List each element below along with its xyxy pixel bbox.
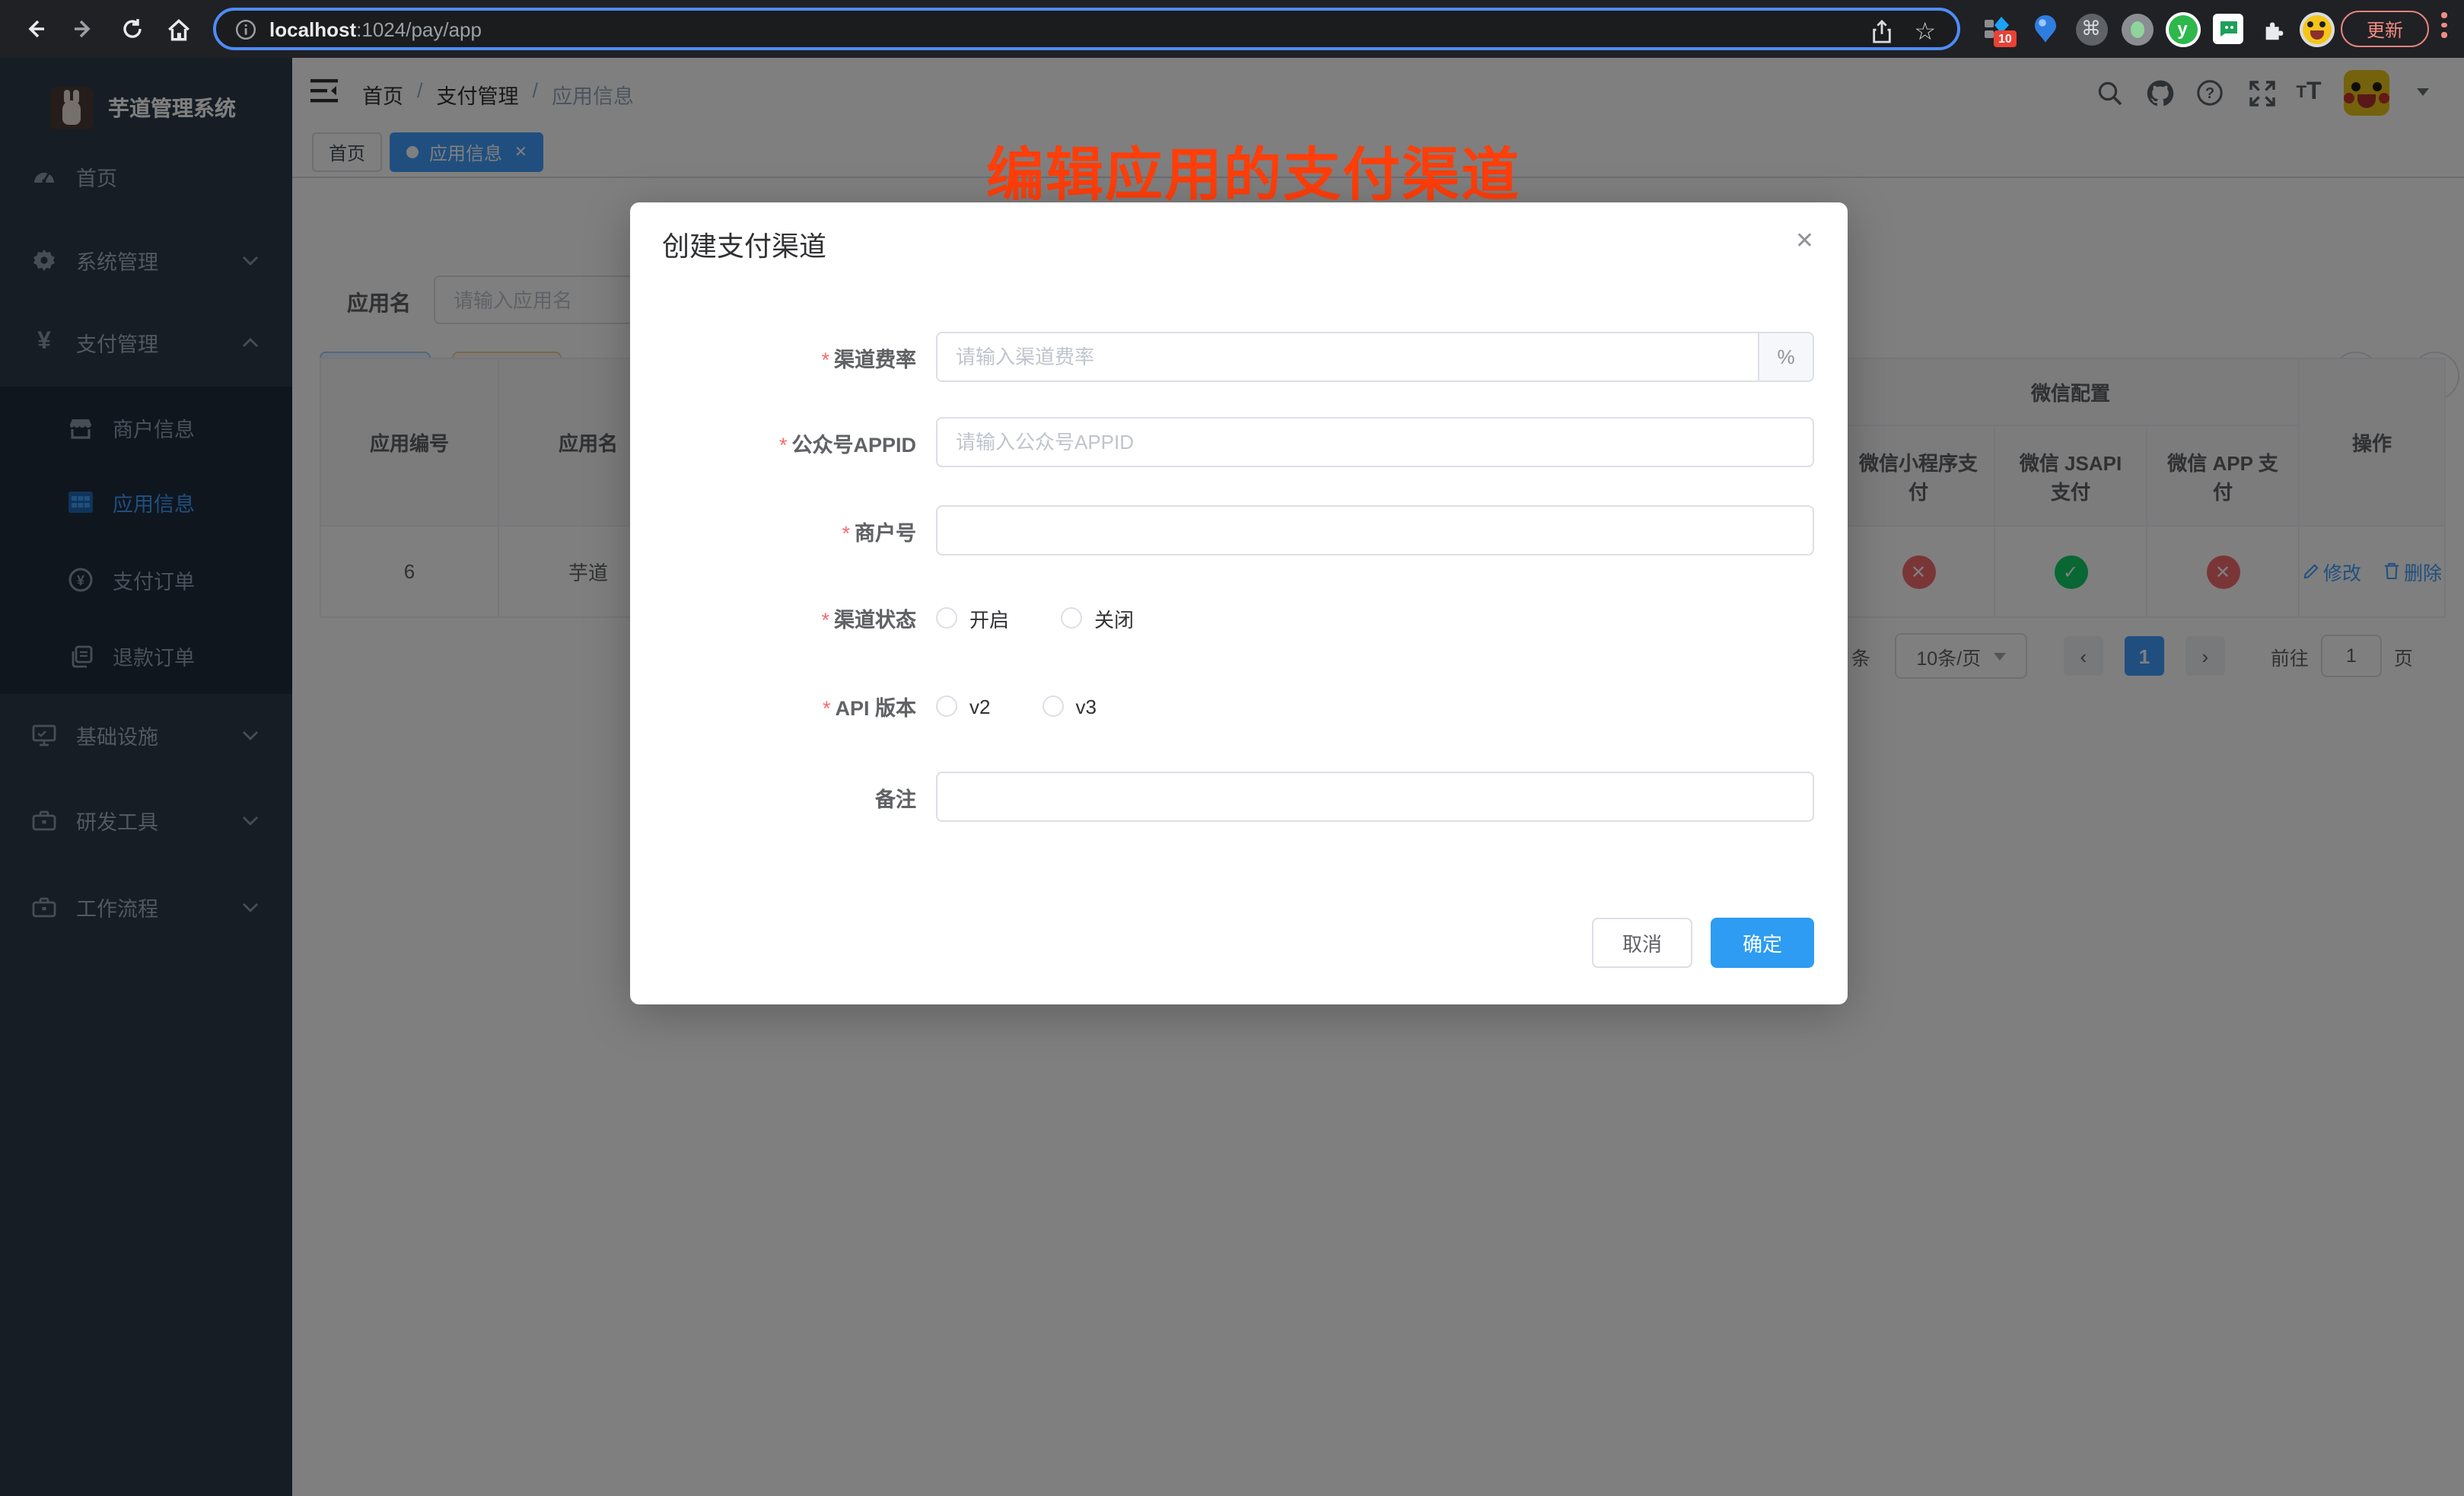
- dialog-close-icon[interactable]: ✕: [1795, 227, 1814, 254]
- form-row-rate: *渠道费率 %: [630, 332, 1848, 382]
- form-row-appid: *公众号APPID: [630, 417, 1848, 467]
- address-bar[interactable]: localhost:1024/pay/app ☆: [213, 8, 1960, 50]
- chrome-update-button[interactable]: 更新: [2341, 11, 2429, 47]
- share-icon[interactable]: [1870, 20, 1893, 44]
- mp-appid-input[interactable]: [936, 417, 1814, 467]
- home-icon[interactable]: [161, 12, 195, 46]
- channel-rate-input[interactable]: [936, 332, 1759, 382]
- extension-balloon-icon[interactable]: [2027, 11, 2064, 47]
- radio-api-v3[interactable]: v3: [1042, 695, 1096, 718]
- create-channel-dialog: 创建支付渠道 ✕ *渠道费率 % *公众号APPID *商户号 *渠道状态: [630, 202, 1848, 1004]
- back-icon[interactable]: [18, 12, 52, 46]
- merchant-id-input[interactable]: [936, 505, 1814, 555]
- extension-badge: 10: [1994, 30, 2017, 47]
- radio-icon: [936, 607, 957, 629]
- field-label: *公众号APPID: [630, 427, 916, 457]
- radio-api-v2[interactable]: v2: [936, 695, 990, 718]
- form-row-status: *渠道状态 开启 关闭: [630, 603, 1848, 633]
- radio-icon: [936, 695, 957, 717]
- form-row-remark: 备注: [630, 772, 1848, 822]
- radio-icon: [1042, 695, 1063, 717]
- forward-icon[interactable]: [67, 12, 100, 46]
- field-label: *渠道费率: [630, 342, 916, 372]
- field-label: *商户号: [630, 515, 916, 546]
- extension-chat-icon[interactable]: [2210, 11, 2246, 47]
- extension-y-icon[interactable]: y: [2164, 11, 2201, 47]
- browser-toolbar: localhost:1024/pay/app ☆ 10 ⌘ y: [0, 0, 2464, 58]
- field-label: *API 版本: [630, 691, 916, 721]
- screen: localhost:1024/pay/app ☆ 10 ⌘ y: [0, 0, 2464, 1496]
- bookmark-star-icon[interactable]: ☆: [1914, 17, 1936, 47]
- dialog-title: 创建支付渠道: [662, 225, 826, 265]
- field-label: *渠道状态: [630, 603, 916, 633]
- extensions-puzzle-icon[interactable]: [2255, 11, 2292, 47]
- annotation-text: 编辑应用的支付渠道: [986, 128, 1520, 212]
- field-label: 备注: [630, 781, 916, 812]
- confirm-button[interactable]: 确定: [1711, 918, 1814, 968]
- remark-input[interactable]: [936, 772, 1814, 822]
- reload-icon[interactable]: [116, 12, 149, 46]
- radio-status-closed[interactable]: 关闭: [1061, 603, 1134, 632]
- app-window: 芋道管理系统 首页 系统管理 ¥ 支付管理: [0, 58, 2464, 1496]
- url-path: :1024/pay/app: [356, 18, 482, 40]
- extension-command-icon[interactable]: ⌘: [2073, 11, 2109, 47]
- radio-icon: [1061, 607, 1082, 629]
- profile-avatar-icon[interactable]: [2298, 11, 2335, 47]
- percent-append: %: [1759, 332, 1814, 382]
- form-row-merchant: *商户号: [630, 505, 1848, 555]
- url-text: localhost:1024/pay/app: [269, 18, 482, 40]
- radio-status-open[interactable]: 开启: [936, 603, 1009, 632]
- url-host: localhost: [269, 18, 356, 40]
- form-row-api-version: *API 版本 v2 v3: [630, 691, 1848, 721]
- extension-dot-icon[interactable]: [2119, 11, 2155, 47]
- extension-diamond-icon[interactable]: 10: [1979, 11, 2015, 47]
- cancel-button[interactable]: 取消: [1592, 918, 1692, 968]
- chrome-menu-icon[interactable]: [2441, 12, 2447, 37]
